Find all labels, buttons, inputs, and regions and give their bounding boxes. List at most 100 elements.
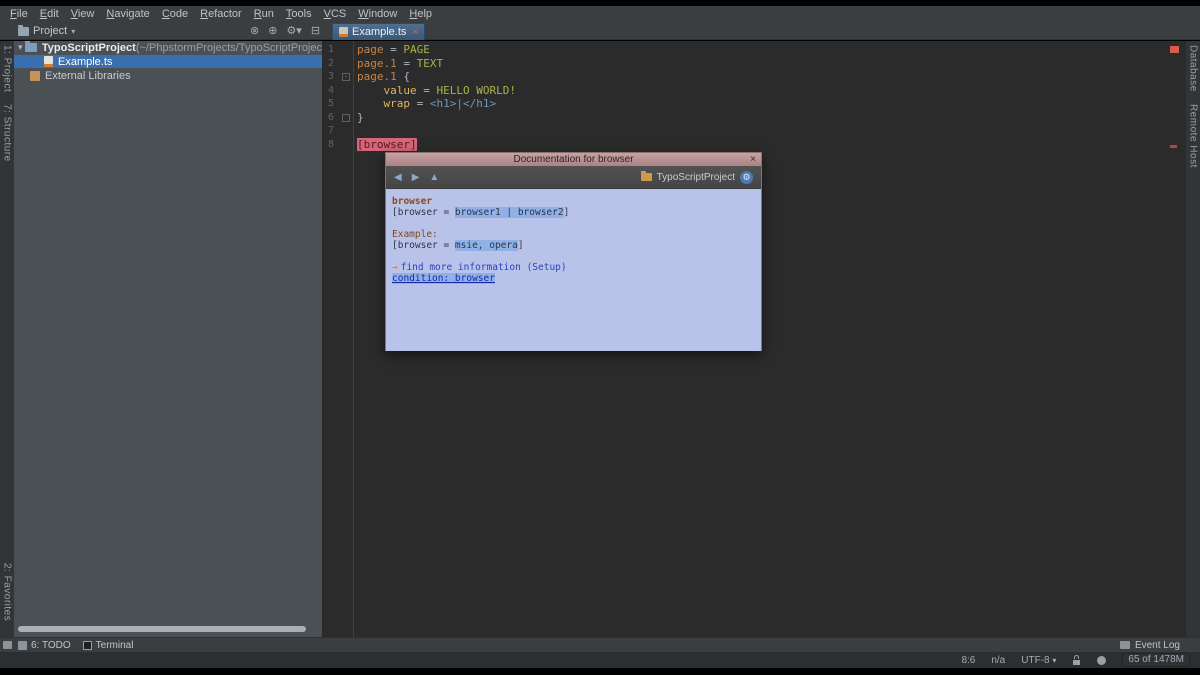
doc-spacer xyxy=(392,218,755,229)
code-token: } xyxy=(357,111,364,124)
menu-file[interactable]: File xyxy=(4,6,34,22)
project-panel-icon xyxy=(18,27,29,36)
toolwindow-button-2-favorites[interactable]: 2: Favorites xyxy=(2,563,13,621)
right-stripe-top: Database Remote Host xyxy=(1186,41,1200,168)
popup-title-bar[interactable]: Documentation for browser × xyxy=(386,153,761,166)
menu-refactor[interactable]: Refactor xyxy=(194,6,248,22)
toolwindow-button-label: 6: TODO xyxy=(31,640,71,651)
menu-run[interactable]: Run xyxy=(248,6,280,22)
tree-item-label: Example.ts xyxy=(58,56,112,68)
code-line: 3-page.1 { xyxy=(323,70,1186,84)
doc-code-highlight: msie, opera xyxy=(455,240,518,251)
line-number: 8 xyxy=(324,138,334,152)
event-log-label: Event Log xyxy=(1135,640,1180,651)
code-token: [browser] xyxy=(357,138,417,151)
line-number: 6 xyxy=(324,111,334,125)
popup-project-ref: TypoScriptProject ⚙ xyxy=(641,171,753,184)
doc-link[interactable]: condition: browser xyxy=(392,273,755,284)
menu-tools[interactable]: Tools xyxy=(280,6,318,22)
memory-indicator[interactable]: 65 of 1478M xyxy=(1122,653,1190,667)
menu-bar: FileEditViewNavigateCodeRefactorRunTools… xyxy=(0,6,1200,22)
close-icon[interactable]: × xyxy=(750,153,756,166)
back-icon[interactable]: ◀ xyxy=(394,172,402,183)
gear-icon[interactable]: ⚙ xyxy=(740,171,753,184)
menu-navigate[interactable]: Navigate xyxy=(100,6,155,22)
code-token: page.1 xyxy=(357,57,397,70)
tree-item-example-ts[interactable]: Example.ts xyxy=(14,55,322,68)
menu-vcs[interactable]: VCS xyxy=(318,6,353,22)
popup-project-label: TypoScriptProject xyxy=(657,172,735,183)
error-stripe-mark[interactable] xyxy=(1170,145,1177,148)
arrow-icon: → xyxy=(392,262,398,273)
code-text: page.1 { xyxy=(357,70,410,84)
encoding-widget[interactable]: UTF-8 ▾ xyxy=(1021,655,1056,666)
encoding-label: UTF-8 xyxy=(1021,655,1049,666)
popup-toolbar: ◀ ▶ ▲ TypoScriptProject ⚙ xyxy=(386,166,761,189)
menu-edit[interactable]: Edit xyxy=(34,6,65,22)
close-circle-icon[interactable]: ⊗ xyxy=(250,23,259,39)
panel-header-icons: ⊗ ⊕ ⚙▾ ⊟ xyxy=(250,23,320,39)
horizontal-scrollbar[interactable] xyxy=(18,626,306,632)
doc-code-text: ] xyxy=(518,240,524,251)
code-line: 7 xyxy=(323,124,1186,138)
code-text: wrap = <h1>|</h1> xyxy=(357,97,496,111)
code-token: page.1 xyxy=(357,70,403,83)
event-log-button[interactable]: Event Log xyxy=(1120,640,1180,651)
project-panel-combo[interactable]: Project ▾ xyxy=(14,23,79,39)
tab-example-ts[interactable]: Example.ts × xyxy=(332,23,425,40)
toolwindow-switcher-icon[interactable] xyxy=(3,641,12,649)
menu-view[interactable]: View xyxy=(65,6,101,22)
fold-close-icon[interactable] xyxy=(342,114,350,122)
caret-position-widget[interactable]: 8:6 xyxy=(961,655,975,666)
line-number: 1 xyxy=(324,43,334,57)
toolbar-row: Project ▾ ⊗ ⊕ ⚙▾ ⊟ Example.ts × xyxy=(0,22,1200,40)
combo-label: Project xyxy=(33,25,67,37)
code-area[interactable]: 1page = PAGE2page.1 = TEXT3-page.1 {4 va… xyxy=(323,43,1186,151)
library-icon xyxy=(30,71,40,81)
code-token: = xyxy=(397,57,417,70)
tree-item-label: External Libraries xyxy=(45,70,131,82)
tree-root-row[interactable]: ▾TypoScriptProject (~/PhpstormProjects/T… xyxy=(14,41,322,54)
up-icon[interactable]: ▲ xyxy=(429,172,439,183)
left-stripe-bottom: 2: Favorites xyxy=(0,563,14,621)
toolwindow-button-1-project[interactable]: 1: Project xyxy=(2,45,13,92)
project-tree: ▾TypoScriptProject (~/PhpstormProjects/T… xyxy=(14,41,322,82)
code-token: { xyxy=(403,70,410,83)
error-stripe-mark[interactable] xyxy=(1170,46,1179,53)
documentation-popup: Documentation for browser × ◀ ▶ ▲ TypoSc… xyxy=(385,152,762,351)
close-icon[interactable]: × xyxy=(412,27,418,38)
line-number: 4 xyxy=(324,84,334,98)
toolwindow-button-remote-host[interactable]: Remote Host xyxy=(1188,104,1199,168)
doc-code-text: [browser = xyxy=(392,207,455,218)
locate-icon[interactable]: ⊕ xyxy=(268,23,277,39)
line-number: 3 xyxy=(324,70,334,84)
hector-inspections-icon[interactable] xyxy=(1097,656,1106,665)
hide-panel-icon[interactable]: ⊟ xyxy=(311,23,320,39)
menu-help[interactable]: Help xyxy=(403,6,438,22)
code-text: } xyxy=(357,111,364,125)
line-separator-widget[interactable]: n/a xyxy=(991,655,1005,666)
typoscript-file-icon xyxy=(339,27,348,37)
code-token: <h1>|</h1> xyxy=(430,97,496,110)
readonly-lock-icon[interactable] xyxy=(1072,655,1081,665)
toolwindow-button-database[interactable]: Database xyxy=(1188,45,1199,92)
code-text: page.1 = TEXT xyxy=(357,57,443,71)
doc-code: [browser = browser1 | browser2] xyxy=(392,207,755,218)
forward-icon[interactable]: ▶ xyxy=(412,172,420,183)
chevron-down-icon[interactable]: ▾ xyxy=(18,42,25,53)
code-token: TEXT xyxy=(417,57,444,70)
fold-open-icon[interactable]: - xyxy=(342,73,350,81)
toolwindow-button-6-todo[interactable]: 6: TODO xyxy=(18,640,71,651)
doc-code: [browser = msie, opera] xyxy=(392,240,755,251)
doc-code-highlight: browser1 | browser2 xyxy=(455,207,564,218)
code-token: = xyxy=(384,43,404,56)
tree-item-external-libraries[interactable]: External Libraries xyxy=(14,69,322,82)
toolwindow-button-terminal[interactable]: Terminal xyxy=(83,640,134,651)
popup-content: browser[browser = browser1 | browser2]Ex… xyxy=(386,189,761,351)
settings-gear-icon[interactable]: ⚙▾ xyxy=(286,23,301,39)
menu-window[interactable]: Window xyxy=(352,6,403,22)
code-line: 5 wrap = <h1>|</h1> xyxy=(323,97,1186,111)
toolwindow-button-7-structure[interactable]: 7: Structure xyxy=(2,104,13,162)
menu-code[interactable]: Code xyxy=(156,6,194,22)
code-line: 4 value = HELLO WORLD! xyxy=(323,84,1186,98)
